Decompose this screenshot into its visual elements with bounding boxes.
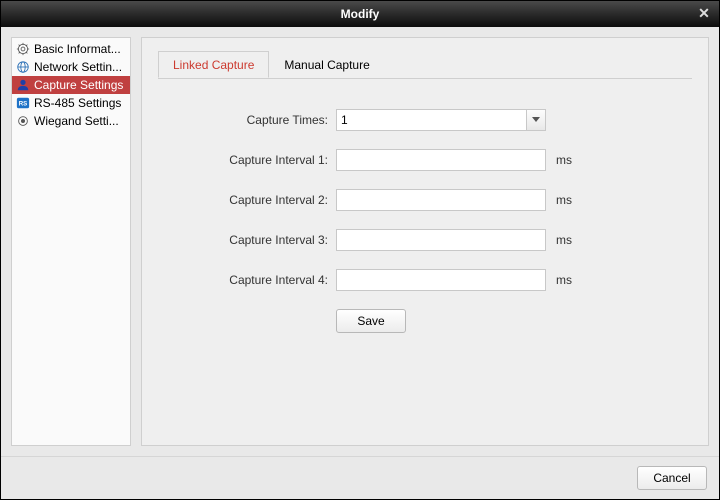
svg-text:RS: RS xyxy=(19,101,28,108)
interval-4-input[interactable] xyxy=(336,269,546,291)
sidebar-item-basic-information[interactable]: Basic Informat... xyxy=(12,40,130,58)
sidebar-item-label: Capture Settings xyxy=(34,78,126,92)
capture-times-dropdown-button[interactable] xyxy=(526,109,546,131)
tab-manual-capture[interactable]: Manual Capture xyxy=(269,51,384,78)
interval-2-label: Capture Interval 2: xyxy=(158,193,336,207)
gear-icon xyxy=(16,42,30,56)
sidebar-item-capture-settings[interactable]: Capture Settings xyxy=(12,76,130,94)
interval-1-input[interactable] xyxy=(336,149,546,171)
interval-4-label: Capture Interval 4: xyxy=(158,273,336,287)
interval-1-label: Capture Interval 1: xyxy=(158,153,336,167)
chevron-down-icon xyxy=(532,117,540,123)
unit-ms: ms xyxy=(556,193,572,207)
save-row: Save xyxy=(158,309,692,333)
window-title: Modify xyxy=(341,7,380,21)
row-interval-2: Capture Interval 2: ms xyxy=(158,189,692,211)
dialog-body: Basic Informat... Network Settin... Capt… xyxy=(1,27,719,456)
unit-ms: ms xyxy=(556,233,572,247)
tab-linked-capture[interactable]: Linked Capture xyxy=(158,51,269,78)
settings-icon xyxy=(16,114,30,128)
sidebar-item-wiegand-settings[interactable]: Wiegand Setti... xyxy=(12,112,130,130)
capture-times-label: Capture Times: xyxy=(158,113,336,127)
capture-form: Capture Times: Capture Interval 1: ms Ca… xyxy=(158,79,692,333)
tab-label: Manual Capture xyxy=(284,58,369,72)
sidebar-item-label: Wiegand Setti... xyxy=(34,114,126,128)
person-icon xyxy=(16,78,30,92)
interval-2-input[interactable] xyxy=(336,189,546,211)
save-button[interactable]: Save xyxy=(336,309,406,333)
tab-bar: Linked Capture Manual Capture xyxy=(158,50,692,79)
tab-label: Linked Capture xyxy=(173,58,254,72)
close-icon[interactable]: ✕ xyxy=(695,4,713,22)
row-interval-4: Capture Interval 4: ms xyxy=(158,269,692,291)
sidebar-item-label: Network Settin... xyxy=(34,60,126,74)
row-interval-3: Capture Interval 3: ms xyxy=(158,229,692,251)
dialog-footer: Cancel xyxy=(1,456,719,499)
sidebar-item-label: RS-485 Settings xyxy=(34,96,126,110)
sidebar-item-rs485-settings[interactable]: RS RS-485 Settings xyxy=(12,94,130,112)
sidebar-item-label: Basic Informat... xyxy=(34,42,126,56)
titlebar: Modify ✕ xyxy=(1,1,719,27)
main-panel: Linked Capture Manual Capture Capture Ti… xyxy=(141,37,709,446)
rs-badge-icon: RS xyxy=(16,96,30,110)
modify-dialog: Modify ✕ Basic Informat... Network Setti… xyxy=(0,0,720,500)
cancel-button[interactable]: Cancel xyxy=(637,466,707,490)
interval-3-input[interactable] xyxy=(336,229,546,251)
interval-3-label: Capture Interval 3: xyxy=(158,233,336,247)
row-capture-times: Capture Times: xyxy=(158,109,692,131)
unit-ms: ms xyxy=(556,273,572,287)
sidebar: Basic Informat... Network Settin... Capt… xyxy=(11,37,131,446)
unit-ms: ms xyxy=(556,153,572,167)
capture-times-combo[interactable] xyxy=(336,109,546,131)
globe-icon xyxy=(16,60,30,74)
row-interval-1: Capture Interval 1: ms xyxy=(158,149,692,171)
capture-times-input[interactable] xyxy=(336,109,526,131)
sidebar-item-network-settings[interactable]: Network Settin... xyxy=(12,58,130,76)
